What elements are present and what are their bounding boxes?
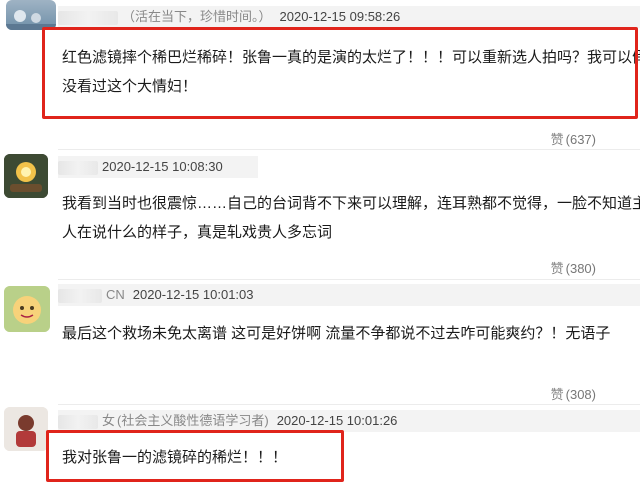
- comment-meta: 2020-12-15 10:08:30: [58, 156, 258, 178]
- avatar-image: [4, 407, 48, 451]
- comment-time: 2020-12-15 10:08:30: [102, 159, 223, 174]
- username: 女: [102, 413, 116, 428]
- comment-text: 我对张鲁一的滤镜碎的稀烂！！！: [62, 443, 287, 472]
- comment-time: 2020-12-15 10:01:26: [276, 413, 398, 428]
- comment-text: 最后这个救场未免太离谱 这可是好饼啊 流量不争都说不过去咋可能爽约？！无语子: [62, 319, 610, 348]
- username: CN: [106, 287, 125, 302]
- comment-text-line: 我看到当时也很震惊……自己的台词背不下来可以理解，连耳熟都不觉得，一脸不知道主持: [62, 195, 640, 212]
- like-icon: 赞: [550, 387, 564, 402]
- comment-text-line: 没看过这个大情妇！: [62, 78, 198, 95]
- comment-item: CN 2020-12-15 10:01:03 最后这个救场未免太离谱 这可是好饼啊…: [0, 280, 640, 405]
- username-blurred: [58, 288, 102, 303]
- avatar[interactable]: [6, 0, 56, 30]
- like-button[interactable]: 赞 (380): [551, 258, 596, 277]
- comment-time: 2020-12-15 10:01:03: [132, 287, 254, 302]
- avatar[interactable]: [4, 407, 48, 451]
- user-tag: （活在当下，珍惜时间。）: [122, 9, 272, 24]
- comment-item: 女 (社会主义酸性德语学习者) 2020-12-15 10:01:26 我对张鲁一的…: [0, 405, 640, 482]
- like-count: (637): [565, 132, 596, 147]
- avatar-image: [4, 286, 50, 332]
- comment-text: 我看到当时也很震惊……自己的台词背不下来可以理解，连耳熟都不觉得，一脸不知道主持…: [62, 189, 640, 247]
- like-count: (380): [565, 261, 596, 276]
- comment-text-line: 最后这个救场未免太离谱 这可是好饼啊 流量不争都说不过去咋可能爽约？！无语子: [62, 325, 611, 342]
- avatar[interactable]: [4, 286, 50, 332]
- like-button[interactable]: 赞 (308): [551, 384, 596, 403]
- like-icon: 赞: [550, 261, 564, 276]
- avatar[interactable]: [4, 154, 48, 198]
- comment-meta: CN 2020-12-15 10:01:03: [58, 284, 640, 306]
- avatar-image: [4, 154, 48, 198]
- avatar-image: [6, 10, 56, 30]
- like-button[interactable]: 赞 (637): [551, 129, 596, 148]
- comment-text-line: 我对张鲁一的滤镜碎的稀烂！！！: [62, 449, 288, 466]
- comment-text-line: 人在说什么的样子，真是轧戏贵人多忘词: [62, 224, 333, 241]
- like-count: (308): [565, 387, 596, 402]
- user-tag: (社会主义酸性德语学习者): [117, 413, 269, 428]
- comment-meta: 女 (社会主义酸性德语学习者) 2020-12-15 10:01:26: [58, 410, 640, 432]
- comment-item: （活在当下，珍惜时间。） 2020-12-15 09:58:26 红色滤镜摔个稀巴…: [0, 0, 640, 150]
- like-icon: 赞: [550, 132, 564, 147]
- comment-item: 2020-12-15 10:08:30 我看到当时也很震惊……自己的台词背不下来…: [0, 150, 640, 280]
- comment-time: 2020-12-15 09:58:26: [279, 9, 401, 24]
- username-blurred: [58, 160, 98, 175]
- comment-text-line: 红色滤镜摔个稀巴烂稀碎！张鲁一真的是演的太烂了！！！可以重新选人拍吗？我可以假装: [62, 49, 640, 66]
- username-blurred: [58, 414, 98, 429]
- comment-text: 红色滤镜摔个稀巴烂稀碎！张鲁一真的是演的太烂了！！！可以重新选人拍吗？我可以假装…: [62, 43, 640, 101]
- comment-meta: （活在当下，珍惜时间。） 2020-12-15 09:58:26: [58, 6, 640, 28]
- username-blurred: [58, 10, 118, 25]
